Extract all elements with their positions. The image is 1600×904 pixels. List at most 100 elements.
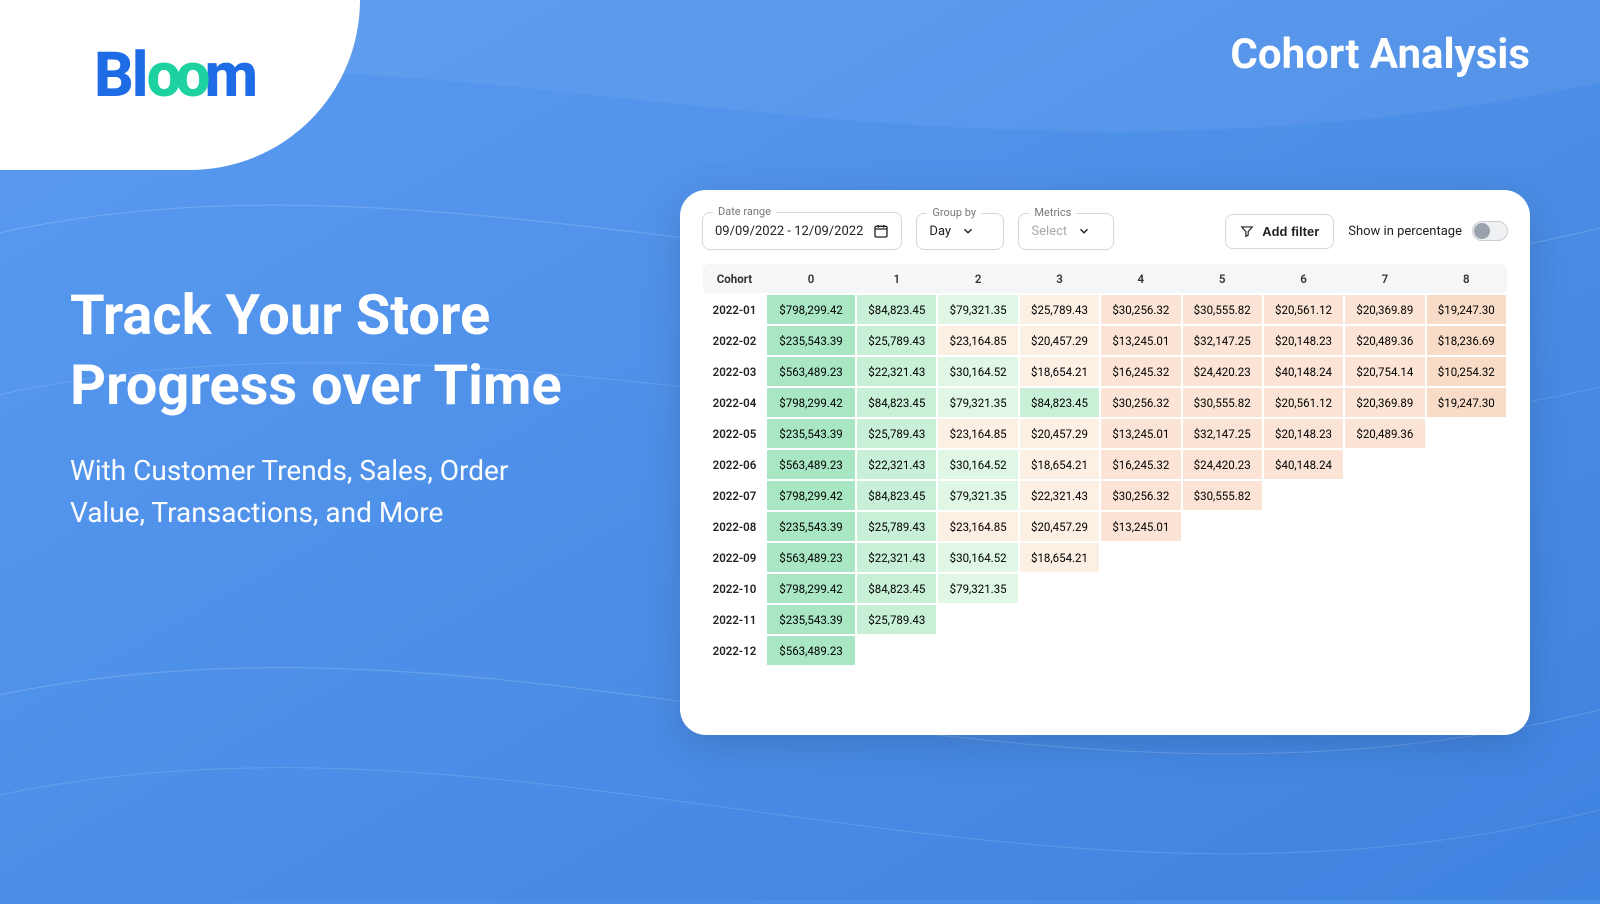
cohort-cell: $30,164.52 (937, 542, 1018, 573)
empty-cell (1182, 635, 1263, 666)
cohort-label: 2022-07 (703, 480, 766, 511)
cohort-cell: $23,164.85 (937, 511, 1018, 542)
hero-heading: Track Your Store Progress over Time (70, 280, 590, 420)
cohort-cell: $20,148.23 (1263, 325, 1344, 356)
date-range-field[interactable]: Date range 09/09/2022 - 12/09/2022 (702, 212, 902, 250)
empty-cell (1100, 573, 1181, 604)
empty-cell (1426, 449, 1507, 480)
table-row: 2022-07$798,299.42$84,823.45$79,321.35$2… (703, 480, 1507, 511)
cohort-label: 2022-12 (703, 635, 766, 666)
show-percentage-label: Show in percentage (1348, 224, 1462, 239)
empty-cell (1263, 635, 1344, 666)
col-header: 4 (1100, 264, 1181, 294)
cohort-cell: $18,654.21 (1019, 356, 1100, 387)
cohort-cell: $30,256.32 (1100, 480, 1181, 511)
cohort-cell: $13,245.01 (1100, 511, 1181, 542)
chevron-down-icon (961, 224, 975, 238)
cohort-cell: $30,164.52 (937, 356, 1018, 387)
col-header-cohort: Cohort (703, 264, 766, 294)
cohort-cell: $30,256.32 (1100, 387, 1181, 418)
empty-cell (1426, 480, 1507, 511)
cohort-cell: $25,789.43 (856, 511, 937, 542)
cohort-cell: $22,321.43 (856, 542, 937, 573)
cohort-cell: $79,321.35 (937, 480, 1018, 511)
empty-cell (1344, 480, 1425, 511)
cohort-cell: $798,299.42 (766, 573, 856, 604)
empty-cell (1263, 542, 1344, 573)
date-range-legend: Date range (713, 205, 776, 218)
cohort-label: 2022-02 (703, 325, 766, 356)
empty-cell (937, 635, 1018, 666)
cohort-label: 2022-01 (703, 294, 766, 325)
cohort-cell: $40,148.24 (1263, 449, 1344, 480)
cohort-cell: $84,823.45 (856, 387, 937, 418)
cohort-label: 2022-10 (703, 573, 766, 604)
empty-cell (1426, 573, 1507, 604)
table-row: 2022-06$563,489.23$22,321.43$30,164.52$1… (703, 449, 1507, 480)
cohort-cell: $798,299.42 (766, 294, 856, 325)
cohort-cell: $30,164.52 (937, 449, 1018, 480)
cohort-label: 2022-04 (703, 387, 766, 418)
cohort-cell: $23,164.85 (937, 325, 1018, 356)
cohort-table-wrap: Cohort012345678 2022-01$798,299.42$84,82… (702, 264, 1508, 717)
hero: Track Your Store Progress over Time With… (70, 280, 590, 534)
cohort-cell: $18,654.21 (1019, 542, 1100, 573)
show-percentage-toggle[interactable] (1472, 221, 1508, 241)
cohort-cell: $32,147.25 (1182, 325, 1263, 356)
cohort-cell: $13,245.01 (1100, 418, 1181, 449)
empty-cell (1344, 604, 1425, 635)
cohort-cell: $24,420.23 (1182, 449, 1263, 480)
empty-cell (1344, 635, 1425, 666)
empty-cell (1182, 604, 1263, 635)
cohort-cell: $79,321.35 (937, 573, 1018, 604)
col-header: 2 (937, 264, 1018, 294)
cohort-cell: $20,369.89 (1344, 294, 1425, 325)
cohort-table: Cohort012345678 2022-01$798,299.42$84,82… (702, 264, 1508, 667)
empty-cell (1019, 604, 1100, 635)
cohort-cell: $24,420.23 (1182, 356, 1263, 387)
cohort-cell: $22,321.43 (856, 449, 937, 480)
add-filter-button[interactable]: Add filter (1225, 214, 1334, 249)
cohort-cell: $20,489.36 (1344, 418, 1425, 449)
cohort-cell: $79,321.35 (937, 387, 1018, 418)
cohort-cell: $235,543.39 (766, 418, 856, 449)
table-row: 2022-08$235,543.39$25,789.43$23,164.85$2… (703, 511, 1507, 542)
empty-cell (1263, 480, 1344, 511)
page-title: Cohort Analysis (1230, 30, 1530, 79)
chevron-down-icon (1077, 224, 1091, 238)
metrics-field[interactable]: Metrics Select (1018, 213, 1114, 250)
table-row: 2022-10$798,299.42$84,823.45$79,321.35 (703, 573, 1507, 604)
cohort-cell: $30,256.32 (1100, 294, 1181, 325)
col-header: 3 (1019, 264, 1100, 294)
logo-corner: Bloom (0, 0, 360, 170)
cohort-cell: $25,789.43 (856, 604, 937, 635)
cohort-cell: $19,247.30 (1426, 387, 1507, 418)
empty-cell (1426, 635, 1507, 666)
cohort-cell: $563,489.23 (766, 542, 856, 573)
empty-cell (1426, 418, 1507, 449)
table-row: 2022-05$235,543.39$25,789.43$23,164.85$2… (703, 418, 1507, 449)
cohort-cell: $235,543.39 (766, 325, 856, 356)
empty-cell (1344, 573, 1425, 604)
col-header: 7 (1344, 264, 1425, 294)
cohort-cell: $10,254.32 (1426, 356, 1507, 387)
cohort-cell: $18,654.21 (1019, 449, 1100, 480)
cohort-label: 2022-06 (703, 449, 766, 480)
cohort-cell: $235,543.39 (766, 604, 856, 635)
cohort-cell: $563,489.23 (766, 449, 856, 480)
cohort-cell: $30,555.82 (1182, 294, 1263, 325)
cohort-cell: $20,489.36 (1344, 325, 1425, 356)
group-by-field[interactable]: Group by Day (916, 213, 1004, 250)
cohort-label: 2022-11 (703, 604, 766, 635)
empty-cell (1182, 573, 1263, 604)
filter-icon (1240, 224, 1254, 238)
date-range-value: 09/09/2022 - 12/09/2022 (715, 224, 863, 239)
calendar-icon (873, 223, 889, 239)
table-row: 2022-11$235,543.39$25,789.43 (703, 604, 1507, 635)
metrics-placeholder: Select (1031, 224, 1067, 239)
cohort-cell: $20,561.12 (1263, 294, 1344, 325)
toggle-knob (1474, 223, 1490, 239)
cohort-cell: $20,369.89 (1344, 387, 1425, 418)
cohort-cell: $25,789.43 (856, 418, 937, 449)
cohort-cell: $18,236.69 (1426, 325, 1507, 356)
